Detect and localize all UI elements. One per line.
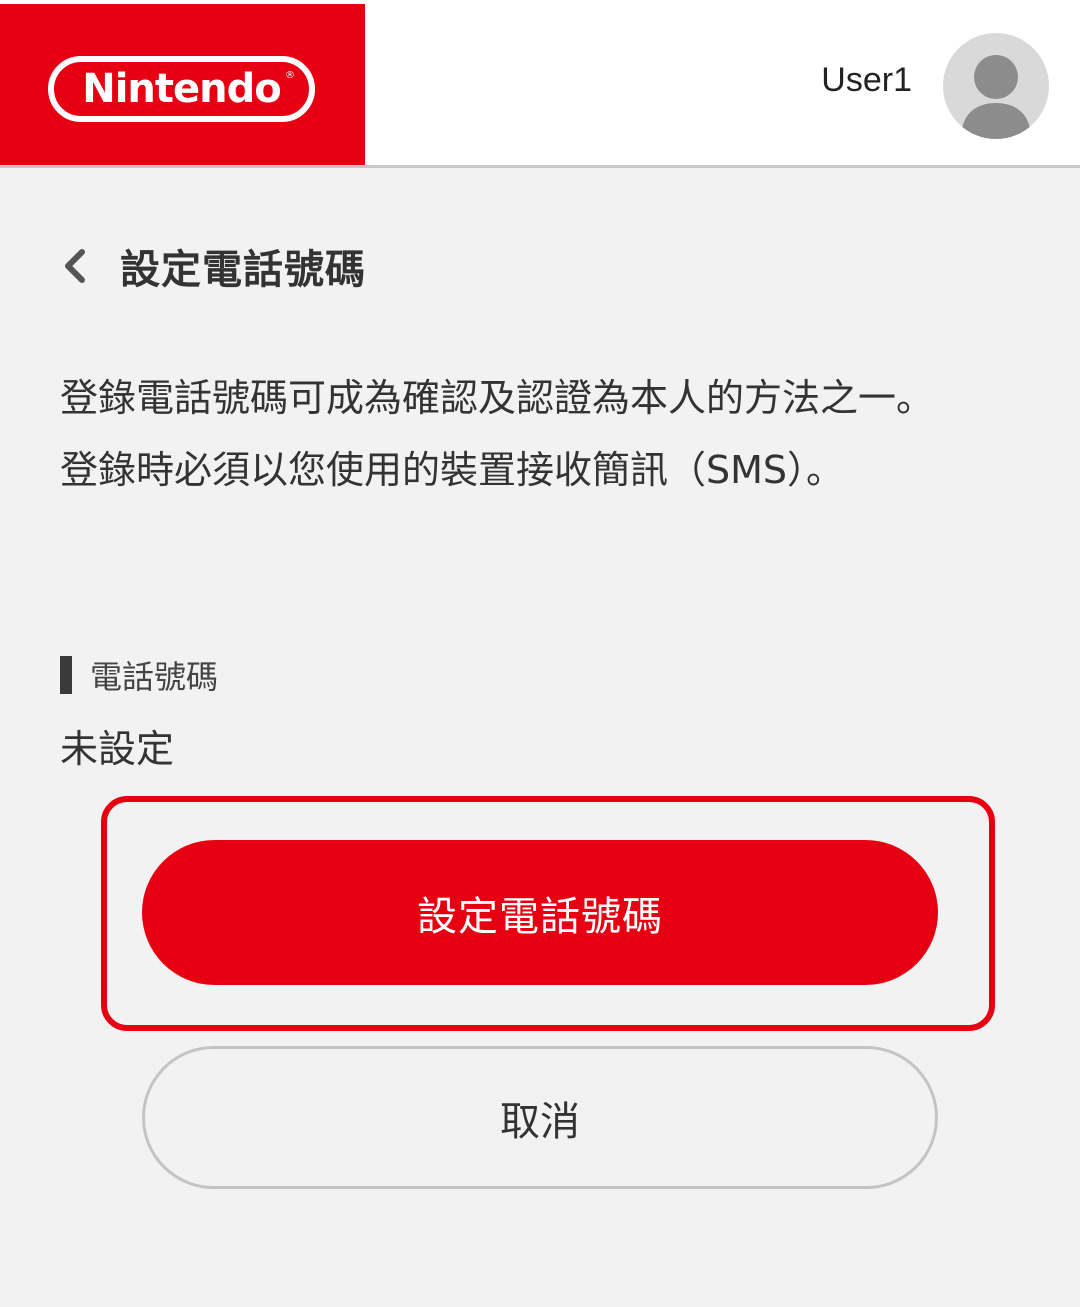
user-name[interactable]: User1 [821,61,912,99]
top-header: Nintendo ® User1 [0,0,1080,168]
chevron-left-icon[interactable] [58,246,90,286]
page-title-row: 設定電話號碼 [58,236,366,296]
description-line-2: 登錄時必須以您使用的裝置接收簡訊（SMS）。 [60,448,845,492]
page-title: 設定電話號碼 [120,247,366,293]
avatar[interactable] [943,33,1049,139]
nintendo-logo-panel[interactable]: Nintendo ® [0,4,365,165]
description: 登錄電話號碼可成為確認及認證為本人的方法之一。 登錄時必須以您使用的裝置接收簡訊… [60,362,980,506]
logo-text: Nintendo [82,66,282,112]
user-silhouette-icon [961,55,1031,139]
phone-label: 電話號碼 [90,658,219,696]
set-phone-number-button[interactable]: 設定電話號碼 [142,840,938,985]
cancel-button[interactable]: 取消 [142,1046,938,1189]
phone-section-label: 電話號碼 [60,654,218,696]
nintendo-logo: Nintendo ® [48,56,315,122]
registered-mark: ® [285,70,295,81]
description-line-1: 登錄電話號碼可成為確認及認證為本人的方法之一。 [60,376,935,420]
section-marker [60,656,72,694]
phone-value: 未設定 [60,727,175,771]
